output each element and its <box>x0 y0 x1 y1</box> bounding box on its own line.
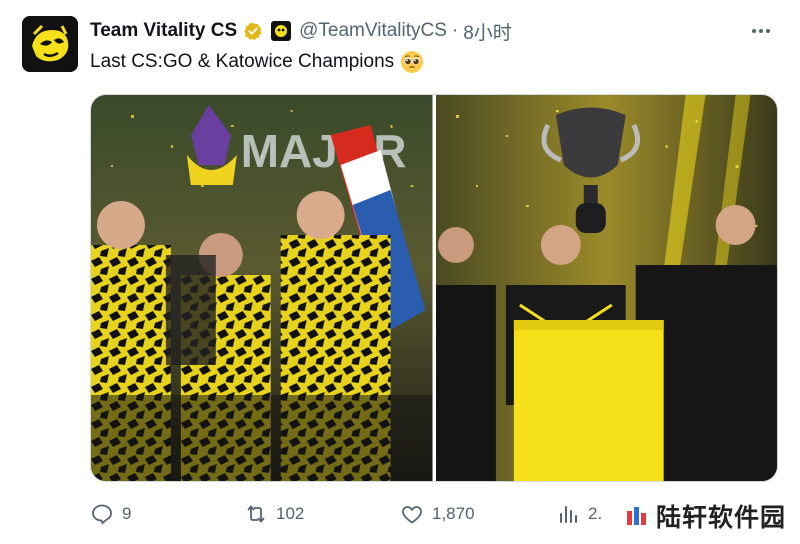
trophy-lift-image <box>435 95 777 481</box>
celebration-image: MAJOR <box>91 95 433 481</box>
photo-trophy-lift[interactable] <box>435 95 777 481</box>
reply-icon <box>92 504 112 525</box>
more-dots-icon <box>752 29 770 33</box>
avatar[interactable] <box>22 16 78 72</box>
reply-count: 9 <box>122 504 132 523</box>
retweet-count: 102 <box>276 504 305 523</box>
views-button[interactable]: 2. <box>556 496 602 532</box>
views-count: 2. <box>588 504 603 523</box>
retweet-icon <box>247 505 265 523</box>
tweet-header: Team Vitality CS @TeamVitalityCS · 8小时 <box>90 18 770 44</box>
pleading-face-emoji-icon <box>401 51 424 73</box>
tweet-text: Last CS:GO & Katowice Champions <box>90 50 424 74</box>
reply-button[interactable]: 9 <box>90 496 131 532</box>
verified-badge-icon[interactable] <box>243 21 263 41</box>
retweet-button[interactable]: 102 <box>244 496 304 532</box>
like-button[interactable]: 1,870 <box>400 496 475 532</box>
watermark-logo-icon <box>626 507 646 525</box>
vitality-bee-logo-icon <box>22 16 78 72</box>
watermark: 陆轩软件园 <box>619 496 792 536</box>
views-chart-icon <box>560 506 577 523</box>
like-count: 1,870 <box>432 504 475 523</box>
separator-dot: · <box>451 20 459 41</box>
tweet-media: MAJOR <box>90 94 778 482</box>
watermark-text: 陆轩软件园 <box>655 504 786 532</box>
author-handle[interactable]: @TeamVitalityCS <box>299 20 447 42</box>
affiliate-badge-icon[interactable] <box>271 21 292 41</box>
photo-celebration[interactable]: MAJOR <box>91 95 433 481</box>
more-options-button[interactable] <box>746 18 776 44</box>
heart-icon <box>402 506 422 524</box>
tweet-body: Last CS:GO & Katowice Champions <box>90 51 395 72</box>
author-name[interactable]: Team Vitality CS <box>90 20 237 42</box>
timestamp[interactable]: 8小时 <box>463 18 512 45</box>
